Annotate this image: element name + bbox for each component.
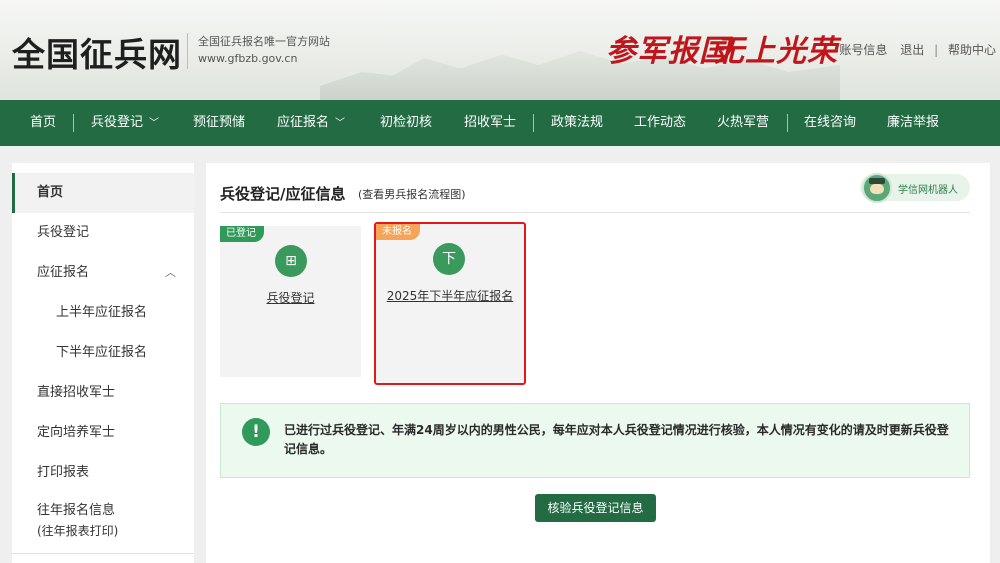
- registration-icon: ⊞: [275, 245, 307, 277]
- nav-item-home[interactable]: 首页: [30, 100, 56, 146]
- site-url: www.gfbzb.gov.cn: [198, 52, 298, 65]
- sidebar-item-registration[interactable]: 兵役登记: [12, 213, 194, 253]
- robot-label: 学信网机器人: [898, 185, 958, 196]
- top-links: 账号信息 退出 | 帮助中心: [839, 41, 996, 58]
- verify-registration-button[interactable]: 核验兵役登记信息: [535, 494, 656, 522]
- nav-item-initial-check[interactable]: 初检初核: [380, 100, 432, 146]
- site-header: 全国征兵网 全国征兵报名唯一官方网站 www.gfbzb.gov.cn 参军报国…: [0, 0, 1000, 100]
- sidebar-item-past-info[interactable]: 往年报名信息 (往年报表打印): [12, 501, 194, 545]
- link-divider: |: [934, 43, 939, 57]
- logout-link[interactable]: 退出: [900, 41, 924, 58]
- flow-chart-link[interactable]: (查看男兵报名流程图): [358, 186, 466, 202]
- enlist-apply-card[interactable]: 未报名 下 2025年下半年应征报名: [374, 222, 526, 385]
- main-nav: 首页 兵役登记 ﹀ 预征预储 应征报名 ﹀ 初检初核 招收军士 政策法规 工作动态 …: [0, 100, 1000, 146]
- robot-avatar-icon: [862, 173, 892, 203]
- sidebar-item-enlist-apply[interactable]: 应征报名 ︿: [12, 253, 194, 293]
- nav-item-barracks[interactable]: 火热军营: [717, 100, 769, 146]
- nav-item-label: 廉洁举报: [887, 115, 940, 130]
- logo-divider: [187, 33, 188, 69]
- enlist-apply-card-link[interactable]: 2025年下半年应征报名: [376, 287, 524, 304]
- sidebar-item-label: 应征报名: [37, 265, 90, 280]
- sidebar-item-label: 往年报名信息: [37, 503, 116, 518]
- site-logo-title[interactable]: 全国征兵网: [12, 28, 182, 76]
- nav-item-registration[interactable]: 兵役登记 ﹀: [91, 100, 159, 146]
- nav-item-report[interactable]: 廉洁举报: [887, 100, 939, 146]
- sidebar-item-home[interactable]: 首页: [12, 173, 194, 213]
- chevron-up-icon: ︿: [165, 266, 176, 279]
- status-badge: 未报名: [376, 224, 420, 240]
- site-subtitle: 全国征兵报名唯一官方网站: [198, 35, 330, 48]
- registration-card-link[interactable]: 兵役登记: [220, 289, 361, 306]
- sidebar-item-direct-sergeant[interactable]: 直接招收军士: [12, 373, 194, 413]
- notice-text: 已进行过兵役登记、年满24周岁以内的男性公民，每年应对本人兵役登记情况进行核验，…: [284, 423, 949, 456]
- nav-item-label: 首页: [30, 115, 57, 130]
- sidebar-item-label: 直接招收军士: [37, 385, 116, 400]
- sidebar-item-label: 首页: [37, 185, 64, 200]
- nav-item-online-consult[interactable]: 在线咨询: [804, 100, 856, 146]
- sidebar-item-second-half-apply[interactable]: 下半年应征报名: [12, 333, 194, 373]
- sidebar-item-label: 上半年应征报名: [56, 305, 148, 320]
- nav-divider: [787, 114, 788, 132]
- exclamation-icon: !: [242, 418, 270, 446]
- nav-item-work-news[interactable]: 工作动态: [634, 100, 686, 146]
- sidebar-item-label: 兵役登记: [37, 225, 90, 240]
- nav-divider: [533, 114, 534, 132]
- nav-item-policy[interactable]: 政策法规: [551, 100, 603, 146]
- nav-item-sergeant-recruit[interactable]: 招收军士: [464, 100, 516, 146]
- status-badge: 已登记: [220, 226, 264, 242]
- account-info-link[interactable]: 账号信息: [839, 41, 887, 58]
- sidebar-item-print-report[interactable]: 打印报表: [12, 453, 194, 493]
- sidebar-item-directed-sergeant[interactable]: 定向培养军士: [12, 413, 194, 453]
- nav-item-label: 招收军士: [464, 115, 517, 130]
- nav-item-enlist-apply[interactable]: 应征报名 ﹀: [277, 100, 345, 146]
- logo-subtitle-block: 全国征兵报名唯一官方网站 www.gfbzb.gov.cn: [198, 33, 330, 67]
- chevron-down-icon: ﹀: [149, 118, 160, 129]
- nav-item-label: 工作动态: [634, 115, 687, 130]
- sidebar-item-first-half-apply[interactable]: 上半年应征报名: [12, 293, 194, 333]
- sidebar: 首页 兵役登记 应征报名 ︿ 上半年应征报名 下半年应征报名 直接招收军士 定向培…: [12, 163, 194, 563]
- nav-item-label: 政策法规: [551, 115, 604, 130]
- sidebar-item-sublabel: (往年报表打印): [37, 524, 119, 538]
- slogan-join-army: 参军报国: [606, 34, 730, 69]
- help-center-link[interactable]: 帮助中心: [948, 41, 996, 58]
- nav-item-label: 初检初核: [380, 115, 433, 130]
- notice-box: ! 已进行过兵役登记、年满24周岁以内的男性公民，每年应对本人兵役登记情况进行核…: [220, 403, 970, 478]
- robot-assistant-button[interactable]: 学信网机器人: [860, 173, 970, 203]
- nav-item-label: 应征报名: [277, 115, 330, 130]
- nav-item-label: 预征预储: [193, 115, 246, 130]
- registration-card[interactable]: 已登记 ⊞ 兵役登记: [220, 226, 361, 377]
- sidebar-item-label: 打印报表: [37, 465, 90, 480]
- nav-item-label: 火热军营: [717, 115, 770, 130]
- title-divider: [220, 212, 970, 213]
- chevron-down-icon: ﹀: [335, 118, 346, 129]
- main-panel: 兵役登记/应征信息 (查看男兵报名流程图) 学信网机器人 已登记 ⊞ 兵役登记 …: [206, 163, 990, 563]
- page-title: 兵役登记/应征信息: [220, 185, 346, 203]
- nav-divider: [73, 114, 74, 132]
- sidebar-item-label: 定向培养军士: [37, 425, 116, 440]
- slogan-glory: 无上光荣: [714, 34, 838, 69]
- sidebar-item-label: 下半年应征报名: [56, 345, 148, 360]
- nav-item-label: 在线咨询: [804, 115, 857, 130]
- download-form-icon: 下: [433, 243, 465, 275]
- nav-item-pre-enlist[interactable]: 预征预储: [193, 100, 245, 146]
- sidebar-divider: [12, 553, 194, 554]
- nav-item-label: 兵役登记: [91, 115, 144, 130]
